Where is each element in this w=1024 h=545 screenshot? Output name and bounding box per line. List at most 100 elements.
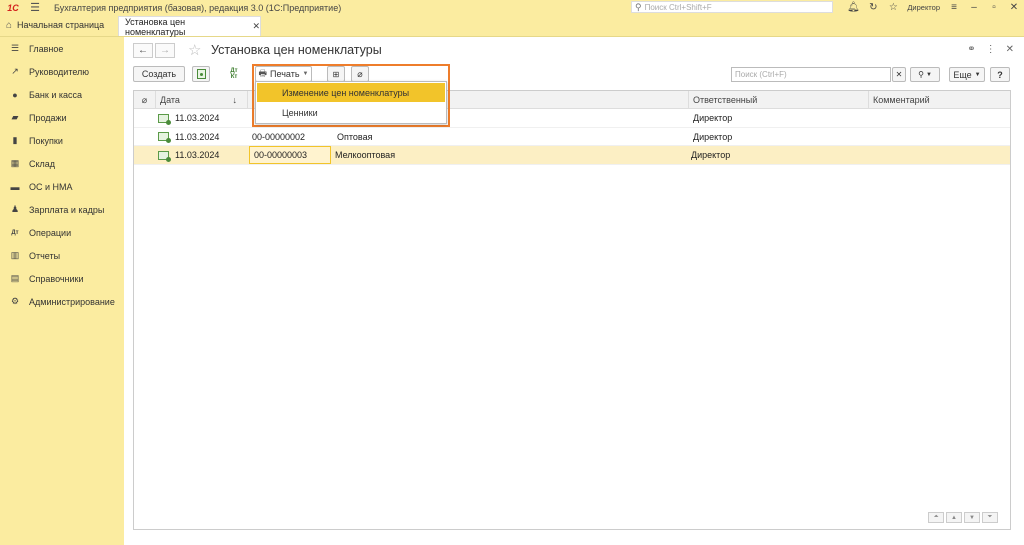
more-button-label: Еще	[953, 69, 972, 80]
sidebar-item-salary[interactable]: ♟ Зарплата и кадры	[0, 198, 124, 221]
sidebar-item-label: Главное	[29, 43, 64, 54]
sidebar-item-warehouse[interactable]: ▦ Склад	[0, 152, 124, 175]
dt-kt-icon: Дт	[11, 229, 19, 236]
dt-kt-button[interactable]: Дт Кт	[225, 66, 243, 82]
sidebar-item-operations[interactable]: Дт Операции	[0, 221, 124, 244]
close-tab-icon[interactable]: ✕	[252, 21, 260, 32]
favorite-star-icon[interactable]: ☆	[188, 41, 201, 59]
sidebar-item-main[interactable]: ☰ Главное	[0, 37, 124, 60]
global-search-input[interactable]: ⚲ Поиск Ctrl+Shift+F	[631, 1, 833, 13]
current-user[interactable]: Директор	[903, 3, 944, 12]
list-search-input[interactable]: Поиск (Ctrl+F)	[731, 67, 891, 82]
home-icon: ⌂	[6, 19, 13, 31]
title-bar: 1С ☰ Бухгалтерия предприятия (базовая), …	[0, 0, 1024, 15]
chevron-down-icon: ▼	[974, 71, 981, 78]
books-icon: ▤	[10, 273, 20, 283]
sidebar-item-purchases[interactable]: ▮ Покупки	[0, 129, 124, 152]
table-pager: ⏶ ▲ ▼ ⏷	[928, 512, 998, 523]
green-document-icon	[196, 69, 206, 79]
tab-active-label: Установка цен номенклатуры	[125, 16, 186, 37]
dt-kt-icon: Дт Кт	[230, 68, 238, 80]
responsible-column-header[interactable]: Ответственный	[689, 91, 869, 109]
date-header-label: Дата	[160, 95, 180, 105]
global-search-placeholder: Поиск Ctrl+Shift+F	[644, 2, 712, 12]
chevron-down-icon: ▼	[925, 71, 932, 78]
sidebar-item-sales[interactable]: ▰ Продажи	[0, 106, 124, 129]
sidebar-item-admin[interactable]: ⚙ Администрирование	[0, 290, 124, 313]
row-number: 00-00000002	[252, 131, 306, 142]
settings-lines-icon[interactable]: ≡	[944, 0, 964, 15]
row-comment	[869, 128, 1010, 146]
scroll-last-button[interactable]: ⏷	[982, 512, 998, 523]
copy-document-button[interactable]	[192, 66, 210, 82]
sidebar-item-bank[interactable]: ● Банк и касса	[0, 83, 124, 106]
sidebar-item-catalogs[interactable]: ▤ Справочники	[0, 267, 124, 290]
create-button[interactable]: Создать	[133, 66, 185, 82]
sort-down-icon: ↓	[232, 95, 238, 105]
clear-search-button[interactable]: ✕	[892, 67, 906, 82]
comment-column-header[interactable]: Комментарий	[869, 91, 1010, 109]
close-window-icon[interactable]: ✕	[1004, 0, 1024, 15]
date-column-header[interactable]: Дата ↓	[156, 91, 248, 109]
row-date: 11.03.2024	[175, 131, 220, 142]
sidebar-item-label: Администрирование	[29, 296, 115, 307]
row-date: 11.03.2024	[175, 150, 220, 160]
more-actions-icon[interactable]: ⋮	[986, 44, 996, 55]
print-menu-item-price-tags[interactable]: Ценники	[257, 103, 445, 122]
menu-lines-icon: ☰	[10, 43, 20, 53]
sidebar-item-reports[interactable]: ▥ Отчеты	[0, 244, 124, 267]
sidebar-item-label: Операции	[29, 227, 72, 238]
tab-bar: ⌂ Начальная страница Установка цен номен…	[0, 15, 1024, 37]
row-responsible: Директор	[693, 131, 733, 142]
cart-icon: ▮	[12, 135, 18, 145]
posted-document-icon	[158, 150, 171, 162]
minimize-icon[interactable]: –	[964, 0, 984, 15]
history-icon[interactable]: ↻	[863, 0, 883, 15]
sidebar-item-label: Зарплата и кадры	[29, 204, 105, 215]
back-button[interactable]: ←	[133, 43, 153, 58]
sidebar-item-label: Руководителю	[29, 66, 90, 77]
row-type: Оптовая	[337, 131, 373, 142]
link-icon[interactable]: ⚭	[967, 44, 975, 55]
arrow-right-icon: →	[160, 45, 170, 56]
attachment-column-header[interactable]: ⌀	[134, 91, 156, 109]
help-button[interactable]: ?	[990, 67, 1010, 82]
tab-home-label: Начальная страница	[17, 20, 105, 30]
truck-icon: ▬	[10, 181, 20, 192]
sidebar-item-label: Склад	[29, 158, 56, 169]
sidebar-item-label: Продажи	[29, 112, 67, 123]
sidebar: ☰ Главное ↗ Руководителю ● Банк и касса ▰ Пр…	[0, 37, 124, 545]
app-title: Бухгалтерия предприятия (базовая), редак…	[54, 2, 342, 13]
scroll-first-button[interactable]: ⏶	[928, 512, 944, 523]
documents-table: ⌀ Дата ↓ Ответственный Комментарий 11.03…	[133, 90, 1011, 530]
bell-icon[interactable]: 🔔︎	[843, 0, 863, 15]
print-menu-item-price-change[interactable]: Изменение цен номенклатуры	[257, 83, 445, 102]
posted-document-icon	[158, 132, 171, 143]
find-button[interactable]: ⚲ ▼	[910, 67, 940, 82]
search-icon: ⚲	[918, 70, 924, 79]
main-panel: ← → ☆ Установка цен номенклатуры ⚭ ⋮ ✕ С…	[124, 37, 1024, 545]
gear-icon: ⚙	[10, 296, 20, 306]
close-form-icon[interactable]: ✕	[1006, 44, 1014, 55]
sidebar-item-manager[interactable]: ↗ Руководителю	[0, 60, 124, 83]
forward-button[interactable]: →	[155, 43, 175, 58]
sidebar-item-label: Справочники	[29, 273, 84, 284]
main-menu-icon[interactable]: ☰	[26, 0, 44, 15]
favorites-star-icon[interactable]: ☆	[883, 0, 903, 15]
maximize-icon[interactable]: ▫	[984, 0, 1004, 15]
scroll-up-button[interactable]: ▲	[946, 512, 962, 523]
more-button[interactable]: Еще ▼	[949, 67, 985, 82]
trend-chart-icon: ↗	[11, 66, 19, 76]
sidebar-item-assets[interactable]: ▬ ОС и НМА	[0, 175, 124, 198]
warehouse-icon: ▦	[10, 158, 20, 168]
tab-price-setting[interactable]: Установка цен номенклатуры ✕	[118, 16, 261, 37]
posted-document-icon	[158, 113, 171, 125]
page-title: Установка цен номенклатуры	[211, 43, 382, 57]
row-number-focused[interactable]: 00-00000003	[249, 146, 331, 164]
table-row-selected[interactable]: 11.03.2024 00-00000003 Мелкооптовая Дире…	[134, 146, 1010, 165]
scroll-down-button[interactable]: ▼	[964, 512, 980, 523]
tab-home[interactable]: ⌂ Начальная страница	[0, 14, 118, 36]
sidebar-item-label: Покупки	[29, 135, 63, 146]
person-icon: ♟	[10, 204, 20, 214]
table-row[interactable]: 11.03.2024 00-00000002 Оптовая Директор	[134, 128, 1010, 146]
